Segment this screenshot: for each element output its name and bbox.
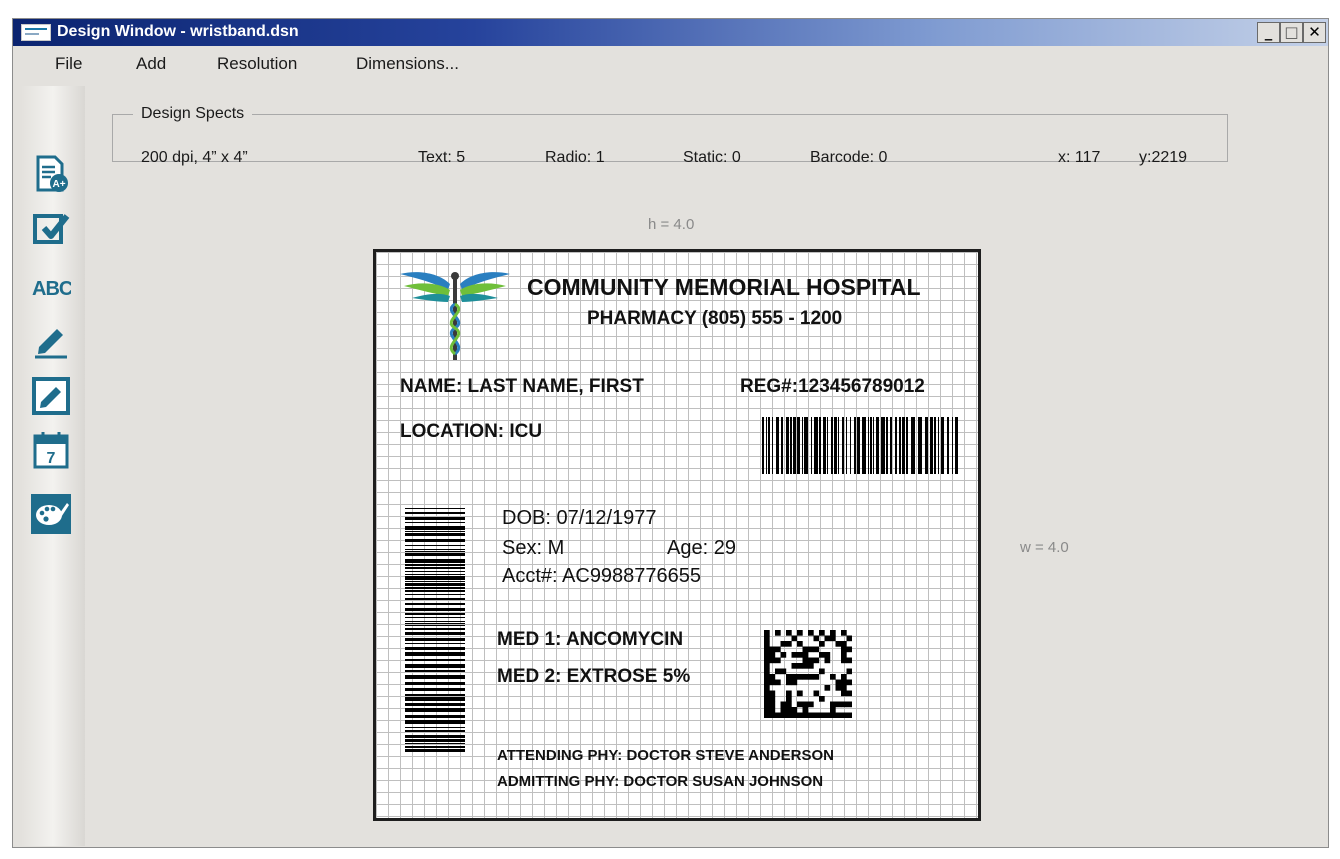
abc-text: ABC (32, 278, 71, 300)
height-label: h = 4.0 (648, 216, 695, 233)
linear-barcode-vertical[interactable] (405, 508, 465, 752)
patient-name-field[interactable]: NAME: LAST NAME, FIRST (400, 376, 644, 398)
wristband-label-canvas[interactable]: COMMUNITY MEMORIAL HOSPITAL PHARMACY (80… (373, 249, 981, 821)
pharmacy-phone[interactable]: PHARMACY (805) 555 - 1200 (587, 308, 842, 330)
admitting-physician-field[interactable]: ADMITTING PHY: DOCTOR SUSAN JOHNSON (497, 773, 823, 790)
spec-text-count: Text: 5 (418, 149, 466, 166)
design-specs-legend: Design Spects (141, 105, 245, 122)
maximize-button[interactable]: □ (1280, 22, 1303, 43)
title-bar[interactable]: Design Window - wristband.dsn _ □ ✕ (13, 19, 1328, 46)
dob-field[interactable]: DOB: 07/12/1977 (502, 507, 657, 530)
datamatrix-code[interactable] (764, 630, 852, 718)
caduceus-logo (398, 268, 512, 362)
menu-add[interactable]: Add (136, 54, 166, 74)
menu-file[interactable]: File (55, 54, 82, 74)
spec-resolution: 200 dpi, 4” x 4” (141, 149, 248, 166)
checkbox-icon[interactable] (31, 210, 71, 250)
age-field[interactable]: Age: 29 (667, 537, 736, 560)
menu-resolution[interactable]: Resolution (217, 54, 297, 74)
close-button[interactable]: ✕ (1303, 22, 1326, 43)
medication-2-field[interactable]: MED 2: EXTROSE 5% (497, 666, 690, 688)
design-window: Design Window - wristband.dsn _ □ ✕ File… (12, 18, 1329, 848)
add-badge-text: A+ (52, 179, 65, 190)
menu-bar: File Add Resolution Dimensions... (13, 46, 1328, 76)
spec-radio-count: Radio: 1 (545, 149, 605, 166)
calendar-day: 7 (47, 450, 56, 467)
calendar-icon[interactable]: 7 (31, 430, 71, 470)
cursor-x: x: 117 (1058, 149, 1101, 166)
document-add-icon[interactable]: A+ (31, 154, 71, 194)
app-icon (21, 24, 51, 41)
text-abc-icon[interactable]: ABC (31, 266, 71, 306)
attending-physician-field[interactable]: ATTENDING PHY: DOCTOR STEVE ANDERSON (497, 747, 834, 764)
window-title: Design Window - wristband.dsn (57, 23, 299, 40)
menu-dimensions[interactable]: Dimensions... (356, 54, 459, 74)
palette-icon[interactable] (31, 494, 71, 534)
location-field[interactable]: LOCATION: ICU (400, 421, 542, 443)
width-label: w = 4.0 (1020, 539, 1069, 556)
edit-box-icon[interactable] (31, 376, 71, 416)
edit-pencil-icon[interactable] (31, 320, 71, 360)
linear-barcode-horizontal[interactable] (762, 417, 960, 474)
medication-1-field[interactable]: MED 1: ANCOMYCIN (497, 629, 683, 651)
hospital-name[interactable]: COMMUNITY MEMORIAL HOSPITAL (527, 274, 921, 301)
account-number-field[interactable]: Acct#: AC9988776655 (502, 565, 701, 588)
cursor-y: y:2219 (1139, 149, 1188, 166)
registration-number-field[interactable]: REG#:123456789012 (740, 376, 925, 398)
minimize-button[interactable]: _ (1257, 22, 1280, 43)
sex-field[interactable]: Sex: M (502, 537, 564, 560)
design-specs-panel: Design Spects 200 dpi, 4” x 4” Text: 5 R… (112, 105, 1228, 166)
spec-barcode-count: Barcode: 0 (810, 149, 888, 166)
tool-palette: A+ ABC 7 (21, 86, 85, 846)
spec-static-count: Static: 0 (683, 149, 741, 166)
